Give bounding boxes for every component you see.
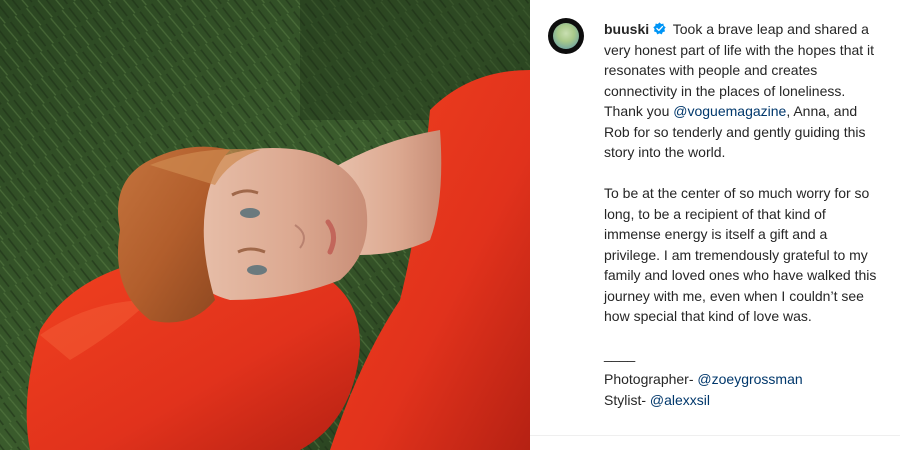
author-username[interactable]: buuski xyxy=(604,21,649,37)
credit-stylist: Stylist- @alexxsil xyxy=(604,390,882,411)
verified-badge-icon xyxy=(653,22,666,35)
post-photo[interactable] xyxy=(0,0,530,450)
mention-voguemagazine[interactable]: @voguemagazine xyxy=(673,103,786,119)
portrait-image xyxy=(0,0,530,450)
mention-alexxsil[interactable]: @alexxsil xyxy=(650,392,710,408)
credit-photographer-label: Photographer- xyxy=(604,371,694,387)
caption-divider: ____ xyxy=(604,346,636,362)
post-caption: buuski Took a brave leap and shared a ve… xyxy=(604,19,882,410)
credit-stylist-label: Stylist- xyxy=(604,391,646,408)
caption-scroll-area[interactable]: buuski Took a brave leap and shared a ve… xyxy=(530,0,900,436)
author-avatar[interactable] xyxy=(548,18,584,54)
credit-photographer: Photographer- @zoeygrossman xyxy=(604,369,882,390)
instagram-post: buuski Took a brave leap and shared a ve… xyxy=(0,0,900,450)
avatar-image xyxy=(553,23,579,49)
caption-paragraph-2: To be at the center of so much worry for… xyxy=(604,185,877,324)
mention-zoeygrossman[interactable]: @zoeygrossman xyxy=(697,371,802,387)
panel-divider xyxy=(530,435,900,436)
caption-panel: buuski Took a brave leap and shared a ve… xyxy=(530,0,900,450)
